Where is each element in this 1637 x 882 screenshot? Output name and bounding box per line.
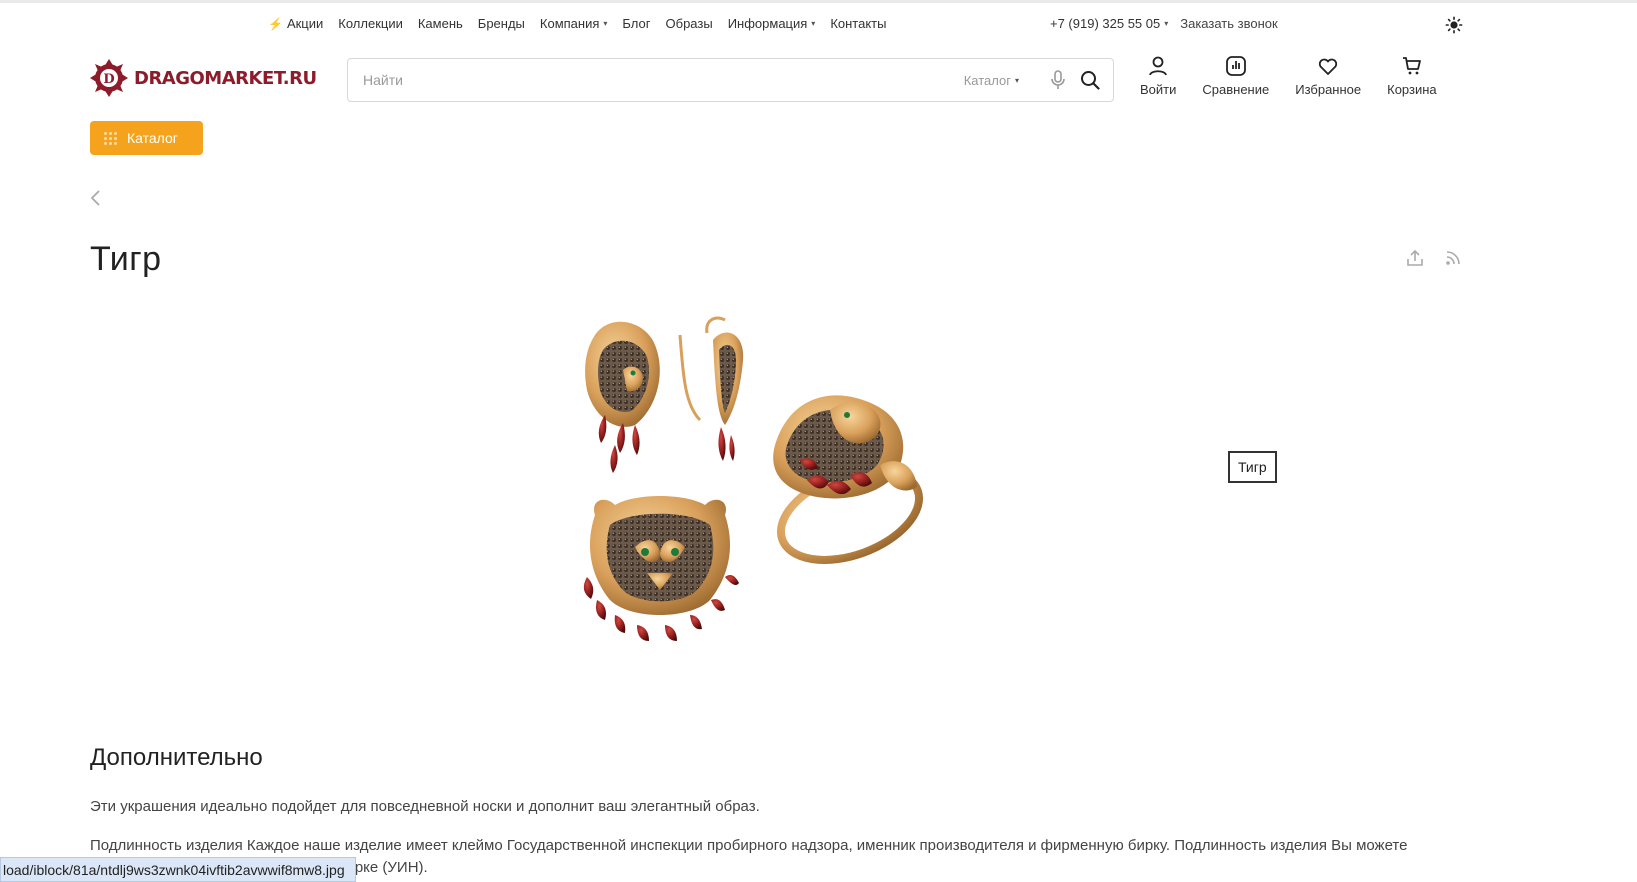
site-logo[interactable]: D DRAGOMARKET.RU [88, 57, 317, 99]
compare-button[interactable]: Сравнение [1202, 55, 1269, 97]
catalog-button[interactable]: Каталог [90, 121, 203, 155]
chevron-down-icon: ▾ [1164, 19, 1169, 28]
favorites-label: Избранное [1295, 82, 1362, 97]
top-border [0, 0, 1637, 3]
search-icon[interactable] [1079, 69, 1101, 91]
login-label: Войти [1140, 82, 1177, 97]
nav-company[interactable]: Компания ▾ [540, 16, 608, 31]
callback-link[interactable]: Заказать звонок [1180, 16, 1277, 31]
share-icon[interactable] [1405, 248, 1425, 268]
nav-collections[interactable]: Коллекции [338, 16, 403, 31]
search-bar: Каталог ▾ [347, 58, 1114, 102]
favorites-button[interactable]: Избранное [1295, 55, 1361, 97]
nav-label: Бренды [477, 16, 525, 31]
section-title: Дополнительно [90, 744, 263, 771]
search-input[interactable] [363, 72, 964, 88]
compare-icon [1225, 56, 1246, 76]
logo-emblem-icon: D [90, 59, 128, 97]
catalog-label: Каталог [127, 130, 178, 146]
nav-information[interactable]: Информация ▾ [728, 16, 816, 31]
header-actions: Войти Сравнение Избранное Корзина [1140, 55, 1437, 97]
earring-left [585, 321, 660, 473]
nav-blog[interactable]: Блог [622, 16, 650, 31]
grid-icon [104, 131, 117, 145]
compare-label: Сравнение [1202, 82, 1270, 97]
nav-contacts[interactable]: Контакты [830, 16, 886, 31]
browser-status-url: load/iblock/81a/ntdlj9ws3zwnk04ivftib2av… [0, 857, 356, 882]
nav-label: Образы [665, 16, 713, 31]
search-category-label: Каталог [963, 72, 1011, 88]
image-tooltip: Тигр [1228, 451, 1277, 483]
nav-label: Акции [286, 16, 324, 31]
earring-right [678, 316, 744, 461]
svg-text:D: D [103, 72, 114, 87]
user-icon [1149, 56, 1168, 76]
rss-icon[interactable] [1443, 248, 1463, 268]
top-nav: ⚡ Акции Коллекции Камень Бренды Компания… [268, 16, 886, 31]
sun-icon[interactable] [1445, 16, 1463, 34]
cart-label: Корзина [1387, 82, 1437, 97]
nav-label: Коллекции [338, 16, 403, 31]
chevron-down-icon: ▾ [603, 19, 608, 28]
ring [773, 395, 924, 564]
product-image[interactable] [575, 315, 975, 685]
description-paragraph: Эти украшения идеально подойдет для повс… [90, 798, 760, 815]
nav-promotions[interactable]: ⚡ Акции [268, 16, 323, 31]
nav-label: Камень [417, 16, 463, 31]
nav-label: Компания [539, 16, 600, 31]
phone-link[interactable]: +7 (919) 325 55 05 ▾ [1050, 16, 1168, 31]
nav-brands[interactable]: Бренды [478, 16, 525, 31]
bolt-icon: ⚡ [268, 16, 283, 31]
search-category-select[interactable]: Каталог ▾ [964, 73, 1019, 88]
chevron-left-icon[interactable] [88, 188, 104, 208]
login-button[interactable]: Войти [1140, 55, 1176, 97]
page-title: Тигр [90, 240, 162, 278]
chevron-down-icon: ▾ [811, 19, 816, 28]
nav-label: Информация [727, 16, 808, 31]
cart-button[interactable]: Корзина [1387, 55, 1437, 97]
pendant [583, 496, 739, 641]
chevron-down-icon: ▾ [1014, 75, 1019, 85]
phone-number: +7 (919) 325 55 05 [1050, 16, 1161, 31]
cart-icon [1402, 57, 1421, 75]
logo-text: DRAGOMARKET.RU [134, 67, 317, 89]
microphone-icon[interactable] [1047, 69, 1069, 91]
nav-stone[interactable]: Камень [418, 16, 463, 31]
nav-looks[interactable]: Образы [666, 16, 713, 31]
nav-label: Контакты [830, 16, 887, 31]
heart-icon [1319, 58, 1338, 75]
nav-label: Блог [622, 16, 651, 31]
contact-area: +7 (919) 325 55 05 ▾ Заказать звонок [1050, 16, 1278, 31]
